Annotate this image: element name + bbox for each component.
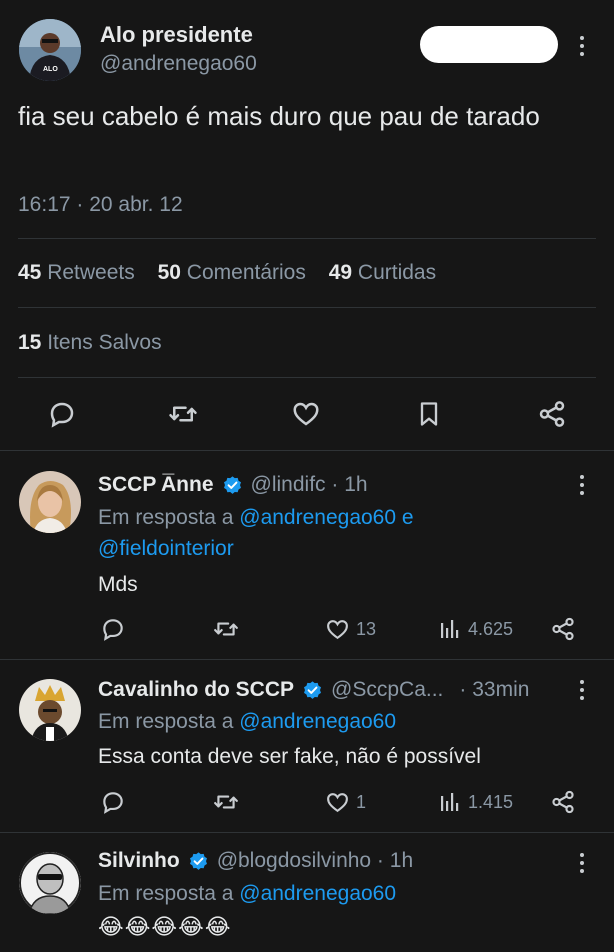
views-button[interactable]: 1.415 (438, 787, 513, 817)
share-icon[interactable] (550, 614, 576, 644)
mention-link[interactable]: @andrenegao60 (239, 506, 396, 529)
like-icon (327, 792, 348, 812)
like-icon[interactable] (288, 395, 324, 433)
retweets-stat[interactable]: 45 Retweets (18, 261, 135, 284)
reply-avatar[interactable] (19, 471, 81, 533)
share-icon[interactable] (534, 395, 570, 433)
more-options-icon[interactable] (579, 853, 585, 873)
reply-icon[interactable] (44, 395, 80, 433)
views-count: 1.415 (468, 791, 514, 812)
reply-author: SCCP A̅nne @lindifc · 1h (98, 473, 368, 497)
retweet-icon[interactable] (165, 395, 201, 433)
reply-author: Cavalinho do SCCP @SccpCa... · 33min (98, 678, 529, 702)
like-count: 1 (356, 791, 367, 812)
engagement-stats: 45 Retweets 50 Comentários 49 Curtidas (18, 261, 453, 285)
post-timestamp[interactable]: 16:17 · 20 abr. 12 (18, 193, 183, 217)
reply-item[interactable]: SCCP A̅nne @lindifc · 1h Em resposta a @… (0, 451, 614, 659)
reply-prefix: Em resposta a (98, 506, 234, 529)
reply-action-bar: 1 1.415 (0, 787, 614, 817)
verified-badge-icon (302, 680, 323, 701)
reply-context: Em resposta a @andrenegao60 e (98, 506, 414, 530)
saved-count: 15 (18, 331, 42, 354)
likes-label: Curtidas (357, 261, 437, 284)
like-count: 13 (356, 618, 377, 639)
author-avatar[interactable]: ALO (19, 19, 81, 81)
saved-stat[interactable]: 15 Itens Salvos (18, 331, 162, 355)
reply-prefix: Em resposta a (98, 882, 234, 905)
reply-text: Mds (98, 573, 138, 596)
reply-prefix: Em resposta a (98, 710, 234, 733)
svg-text:ALO: ALO (43, 66, 58, 73)
retweet-icon[interactable] (212, 614, 240, 644)
reply-author-name[interactable]: Silvinho (98, 849, 180, 873)
comments-stat[interactable]: 50 Comentários (158, 261, 306, 284)
divider (18, 307, 596, 308)
author-name[interactable]: Alo presidente (100, 22, 253, 48)
post-text: fia seu cabelo é mais duro que pau de ta… (18, 101, 540, 131)
reply-time[interactable]: · 33min (459, 678, 529, 702)
more-options-icon[interactable] (579, 475, 585, 495)
more-options-icon[interactable] (579, 680, 585, 700)
reply-text: 😂😂😂😂😂 (98, 915, 232, 940)
retweet-icon[interactable] (212, 787, 240, 817)
mention-link[interactable]: @fieldointerior (98, 537, 234, 560)
reply-action-bar: 13 4.625 (0, 614, 614, 644)
reply-handle[interactable]: @SccpCa... (331, 678, 443, 702)
reply-context: Em resposta a @andrenegao60 (98, 882, 396, 906)
reply-author-name[interactable]: SCCP A̅nne (98, 473, 214, 497)
saved-label: Itens Salvos (47, 331, 162, 354)
reply-context-line2: @fieldointerior (98, 537, 234, 561)
reply-handle[interactable]: @blogdosilvinho · 1h (217, 849, 413, 873)
reply-item[interactable]: Cavalinho do SCCP @SccpCa... · 33min Em … (0, 660, 614, 832)
like-button[interactable]: 13 (325, 614, 376, 644)
reply-avatar[interactable] (19, 679, 81, 741)
mention-link[interactable]: @andrenegao60 (239, 882, 396, 905)
reply-join: e (401, 506, 414, 529)
retweets-label: Retweets (47, 261, 135, 284)
reply-item[interactable]: Silvinho @blogdosilvinho · 1h Em respost… (0, 833, 614, 952)
reply-text: Essa conta deve ser fake, não é possível (98, 745, 481, 768)
mention-link[interactable]: @andrenegao60 (239, 710, 396, 733)
likes-stat[interactable]: 49 Curtidas (329, 261, 436, 284)
views-icon (441, 793, 459, 811)
likes-count: 49 (328, 261, 353, 284)
reply-author-name[interactable]: Cavalinho do SCCP (98, 678, 294, 702)
bookmark-icon[interactable] (411, 395, 447, 433)
comments-label: Comentários (186, 261, 306, 284)
divider (18, 377, 596, 378)
like-button[interactable]: 1 (325, 787, 366, 817)
retweets-count: 45 (18, 261, 42, 284)
share-icon[interactable] (550, 787, 576, 817)
follow-button[interactable] (420, 26, 558, 63)
views-icon (441, 620, 459, 638)
reply-avatar[interactable] (19, 852, 81, 914)
reply-author: Silvinho @blogdosilvinho · 1h (98, 849, 413, 873)
more-options-icon[interactable] (579, 36, 585, 56)
verified-badge-icon (222, 475, 243, 496)
comments-count: 50 (157, 261, 181, 284)
reply-handle[interactable]: @lindifc · 1h (251, 473, 368, 497)
like-icon (327, 619, 348, 639)
views-button[interactable]: 4.625 (438, 614, 513, 644)
author-handle[interactable]: @andrenegao60 (100, 52, 257, 76)
views-count: 4.625 (468, 618, 514, 639)
divider (18, 238, 596, 239)
verified-badge-icon (188, 851, 209, 872)
reply-icon[interactable] (100, 614, 126, 644)
reply-icon[interactable] (100, 787, 126, 817)
post-action-bar (0, 395, 614, 435)
reply-context: Em resposta a @andrenegao60 (98, 710, 396, 734)
